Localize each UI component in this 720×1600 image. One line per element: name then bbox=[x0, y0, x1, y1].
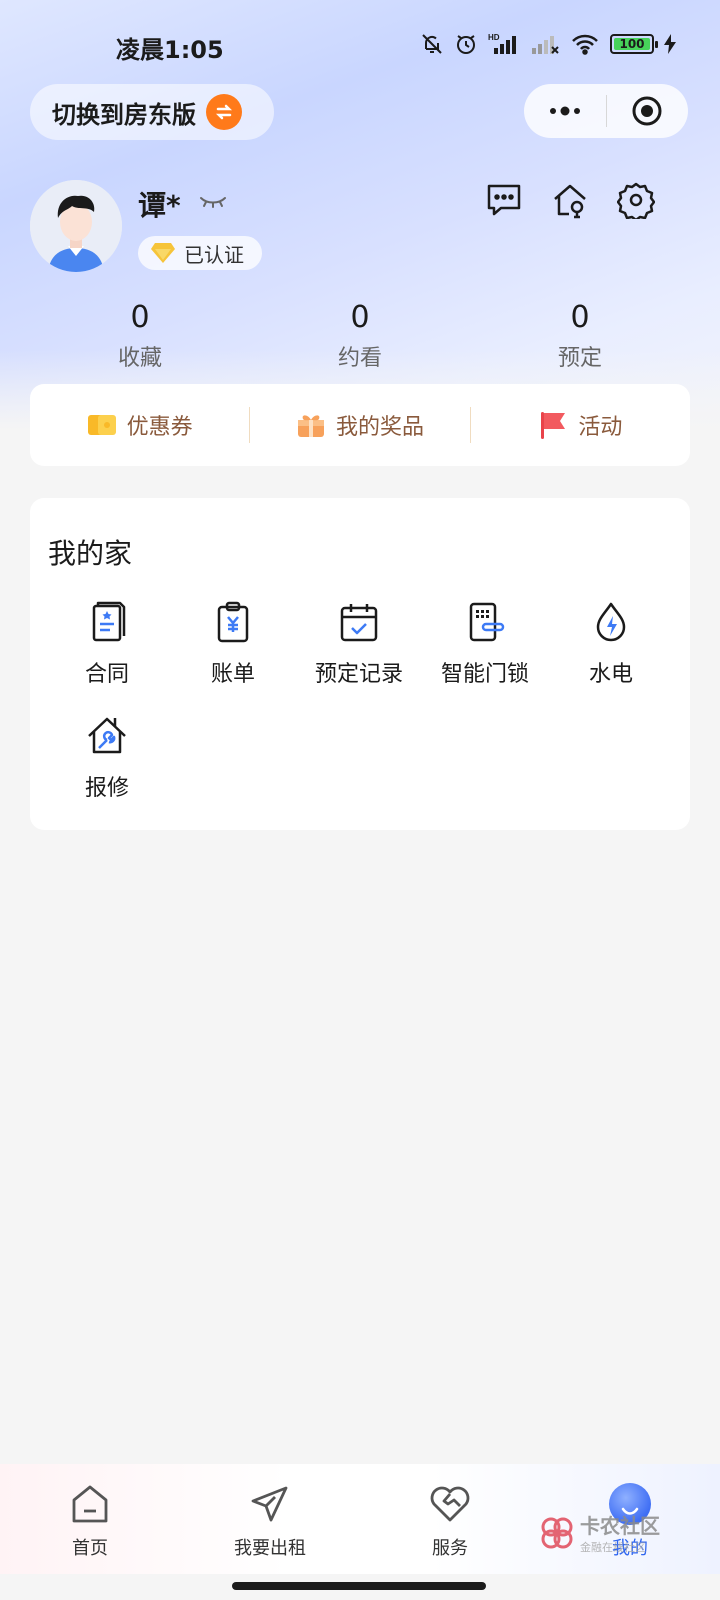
stat-viewings[interactable]: 0 约看 bbox=[250, 300, 470, 372]
prizes-label: 我的奖品 bbox=[335, 415, 424, 440]
stat-reservations[interactable]: 0 预定 bbox=[470, 300, 690, 372]
stat-value: 0 bbox=[570, 300, 590, 335]
more-button[interactable] bbox=[524, 84, 606, 138]
paper-plane-icon bbox=[251, 1486, 288, 1522]
message-button[interactable] bbox=[484, 180, 524, 220]
repair-item[interactable]: 报修 bbox=[44, 712, 170, 826]
wifi-icon bbox=[572, 34, 598, 55]
profile-actions bbox=[484, 180, 656, 220]
repair-label: 报修 bbox=[84, 776, 129, 801]
nav-home[interactable]: 首页 bbox=[0, 1464, 180, 1574]
miniapp-capsule bbox=[524, 84, 688, 138]
smart-lock-label: 智能门锁 bbox=[440, 662, 529, 687]
heart-hand-icon bbox=[430, 1486, 470, 1522]
verified-label: 已认证 bbox=[184, 242, 244, 267]
stat-label: 预定 bbox=[557, 346, 602, 371]
status-time: 凌晨1:05 bbox=[116, 36, 224, 64]
stat-value: 0 bbox=[350, 300, 370, 335]
mute-bell-icon bbox=[422, 34, 442, 54]
more-dots-icon bbox=[549, 106, 580, 116]
stat-favorites[interactable]: 0 收藏 bbox=[30, 300, 250, 372]
house-key-button[interactable] bbox=[550, 180, 590, 220]
home-indicator[interactable] bbox=[232, 1582, 486, 1590]
my-home-card: 我的家 合同 账单 预定记录 智能门锁 水电 报修 bbox=[30, 498, 690, 830]
switch-arrows-icon bbox=[206, 94, 242, 130]
close-miniapp-button[interactable] bbox=[607, 84, 689, 138]
avatar[interactable] bbox=[30, 180, 122, 272]
reservation-record-item[interactable]: 预定记录 bbox=[296, 598, 422, 712]
stats-row: 0 收藏 0 约看 0 预定 bbox=[30, 300, 690, 372]
coupon-icon bbox=[87, 415, 116, 435]
nav-rent-out[interactable]: 我要出租 bbox=[180, 1464, 360, 1574]
user-name: 谭* bbox=[138, 189, 181, 222]
quick-links: 优惠券 我的奖品 活动 bbox=[30, 384, 690, 466]
nav-service-label: 服务 bbox=[432, 1538, 468, 1559]
house-key-icon bbox=[554, 184, 586, 219]
gear-icon bbox=[617, 182, 655, 219]
coupon-label: 优惠券 bbox=[126, 415, 193, 440]
battery-icon: 100 bbox=[610, 34, 658, 54]
bill-item[interactable]: 账单 bbox=[170, 598, 296, 712]
utility-item[interactable]: 水电 bbox=[548, 598, 674, 712]
watermark: 卡农社区 金融在线社区 bbox=[540, 1510, 660, 1555]
contract-item[interactable]: 合同 bbox=[44, 598, 170, 712]
nav-service[interactable]: 服务 bbox=[360, 1464, 540, 1574]
home-icon bbox=[72, 1485, 108, 1523]
settings-button[interactable] bbox=[616, 180, 656, 220]
switch-landlord-label: 切换到房东版 bbox=[52, 100, 196, 129]
bill-label: 账单 bbox=[210, 662, 255, 687]
status-icons: HD 100 bbox=[420, 32, 676, 56]
stat-value: 0 bbox=[130, 300, 150, 335]
signal-weak-icon bbox=[532, 36, 559, 54]
battery-level: 100 bbox=[619, 37, 645, 51]
watermark-subtext: 金融在线社区 bbox=[580, 1541, 646, 1554]
svg-text:HD: HD bbox=[488, 33, 500, 42]
my-home-grid: 合同 账单 预定记录 智能门锁 水电 报修 bbox=[44, 598, 674, 826]
verified-badge: 已认证 bbox=[138, 236, 262, 270]
reservation-record-label: 预定记录 bbox=[314, 662, 403, 687]
target-icon bbox=[632, 96, 662, 126]
bill-icon bbox=[217, 601, 249, 643]
signal-hd-icon: HD bbox=[488, 33, 516, 54]
stat-label: 收藏 bbox=[117, 346, 162, 371]
watermark-text: 卡农社区 bbox=[580, 1514, 660, 1538]
prizes-link[interactable]: 我的奖品 bbox=[250, 384, 469, 466]
flag-icon bbox=[541, 412, 566, 439]
repair-icon bbox=[88, 717, 126, 754]
activity-label: 活动 bbox=[578, 415, 623, 440]
switch-landlord-button[interactable]: 切换到房东版 bbox=[30, 84, 274, 140]
nav-home-label: 首页 bbox=[72, 1538, 108, 1559]
utility-label: 水电 bbox=[588, 662, 633, 687]
gift-icon bbox=[297, 415, 324, 437]
eye-closed-icon[interactable] bbox=[198, 190, 228, 212]
smart-lock-icon bbox=[469, 602, 505, 642]
smart-lock-item[interactable]: 智能门锁 bbox=[422, 598, 548, 712]
coupon-link[interactable]: 优惠券 bbox=[30, 384, 249, 466]
watermark-logo-icon bbox=[541, 1517, 573, 1548]
alarm-icon bbox=[457, 35, 475, 54]
calendar-icon bbox=[340, 604, 378, 642]
contract-label: 合同 bbox=[84, 662, 129, 687]
diamond-icon bbox=[151, 243, 175, 263]
charging-icon bbox=[664, 34, 676, 54]
nav-rent-out-label: 我要出租 bbox=[234, 1538, 306, 1559]
stat-label: 约看 bbox=[337, 346, 382, 371]
my-home-title: 我的家 bbox=[48, 537, 133, 570]
message-icon bbox=[487, 184, 521, 216]
contract-icon bbox=[92, 601, 126, 642]
utility-icon bbox=[596, 602, 626, 642]
activity-link[interactable]: 活动 bbox=[471, 384, 690, 466]
